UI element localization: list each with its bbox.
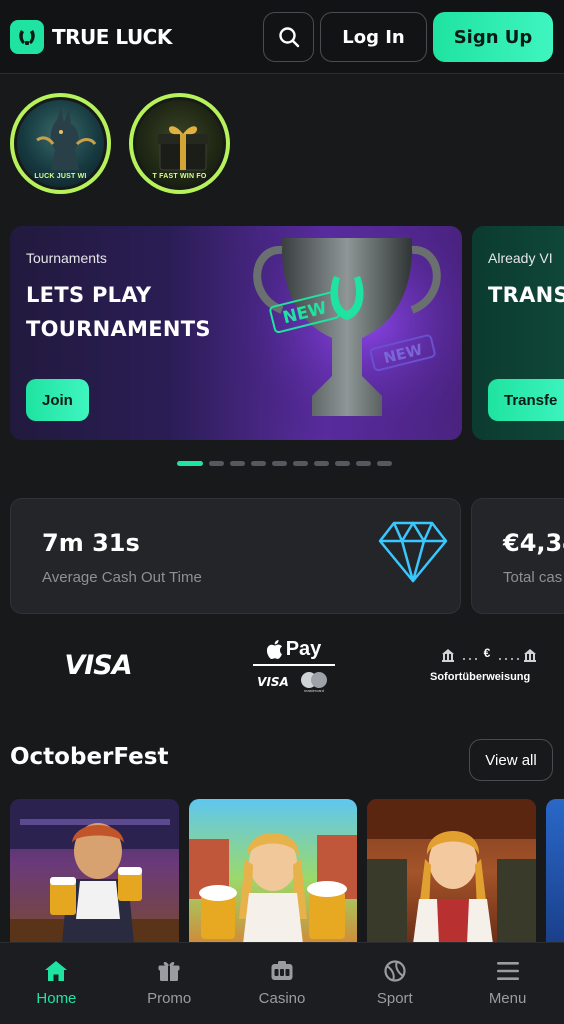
carousel-dot[interactable] <box>335 461 350 466</box>
vip-transfer-banner[interactable]: Already VI TRANS VIP ST Transfe <box>472 226 564 440</box>
nav-label: Menu <box>488 990 527 1007</box>
gift-icon <box>158 962 180 981</box>
apple-pay-text: Pay <box>285 637 322 660</box>
signup-button[interactable]: Sign Up <box>433 12 553 62</box>
game-tile-2[interactable] <box>189 799 357 944</box>
search-button[interactable] <box>263 12 314 62</box>
transfer-button[interactable]: Transfe <box>488 379 564 421</box>
trophy-illustration: NEW NEW <box>222 226 462 440</box>
stat-card-cashout: 7m 31s Average Cash Out Time <box>10 498 461 614</box>
page: TRUE LUCK Log In Sign Up LUCK JUST WI T … <box>0 0 564 1024</box>
carousel-dot[interactable] <box>314 461 329 466</box>
carousel-dot[interactable] <box>230 461 245 466</box>
story-anubis[interactable]: LUCK JUST WI <box>10 93 111 194</box>
nav-label: Home <box>36 990 77 1007</box>
game-tile-4[interactable] <box>546 799 564 944</box>
home-icon <box>45 961 68 981</box>
nav-menu[interactable]: Menu <box>451 943 564 1024</box>
tournaments-banner[interactable]: NEW NEW Tournaments LETS PLAY TOURNAMENT… <box>10 226 462 440</box>
euro-symbol: € <box>484 648 493 660</box>
game-tile-3[interactable] <box>367 799 536 944</box>
brand-logo[interactable]: TRUE LUCK <box>10 20 172 54</box>
small-visa-logo: VISA <box>257 674 289 689</box>
carousel-dot[interactable] <box>272 461 287 466</box>
nav-promo[interactable]: Promo <box>113 943 226 1024</box>
stat-label: Average Cash Out Time <box>42 569 202 586</box>
nav-label: Promo <box>147 990 192 1007</box>
apple-pay-divider <box>253 663 335 666</box>
top-header: TRUE LUCK Log In Sign Up <box>0 0 564 74</box>
sofort-logo: € Sofortüberweisung <box>430 635 564 695</box>
story-caption: LUCK JUST WI <box>34 173 87 180</box>
apple-pay-logo: Pay VISA mastercard <box>250 635 338 695</box>
casino-icon <box>271 961 293 980</box>
nav-home[interactable]: Home <box>0 943 113 1024</box>
mastercard-icon: mastercard <box>300 671 327 693</box>
visa-logo: VISA <box>64 649 132 681</box>
carousel-dot[interactable] <box>377 461 392 466</box>
section-title: OctoberFest <box>10 744 169 770</box>
search-icon <box>278 27 299 48</box>
nav-casino[interactable]: Casino <box>226 943 339 1024</box>
brand-name: TRUE LUCK <box>52 25 172 49</box>
game-thumbnail <box>189 833 357 944</box>
banner-title: LETS PLAY TOURNAMENTS <box>26 283 211 341</box>
nav-sport[interactable]: Sport <box>338 943 451 1024</box>
mastercard-text: mastercard <box>304 688 324 693</box>
story-caption: T FAST WIN FO <box>152 173 207 180</box>
apple-icon <box>266 639 282 659</box>
carousel-dot[interactable] <box>293 461 308 466</box>
join-button[interactable]: Join <box>26 379 89 421</box>
menu-icon <box>496 962 519 980</box>
carousel-dots <box>177 461 392 466</box>
carousel-dot[interactable] <box>177 461 203 466</box>
carousel-dot[interactable] <box>251 461 266 466</box>
banner-title: TRANS VIP ST <box>488 283 564 307</box>
nav-label: Casino <box>258 990 306 1007</box>
story-gift[interactable]: T FAST WIN FO <box>129 93 230 194</box>
horseshoe-icon <box>10 20 44 54</box>
bottom-navigation: Home Promo Casino Sport Menu <box>0 942 564 1024</box>
diamond-icon <box>378 521 448 583</box>
bank-transfer-icon: € <box>440 646 540 667</box>
stat-value: €4,34 <box>503 529 564 557</box>
stat-label: Total cas <box>503 569 563 586</box>
banner-eyebrow: Tournaments <box>26 250 107 266</box>
sofort-text: Sofortüberweisung <box>430 670 531 683</box>
game-thumbnail <box>10 799 179 944</box>
stat-value: 7m 31s <box>42 529 140 557</box>
stat-card-total: €4,34 Total cas <box>471 498 564 614</box>
ball-icon <box>384 960 406 982</box>
banner-eyebrow: Already VI <box>488 250 553 266</box>
game-thumbnail <box>367 799 536 944</box>
game-tile-1[interactable] <box>10 799 179 944</box>
carousel-dot[interactable] <box>209 461 224 466</box>
view-all-button[interactable]: View all <box>469 739 553 781</box>
nav-label: Sport <box>376 990 413 1007</box>
login-button[interactable]: Log In <box>320 12 427 62</box>
carousel-dot[interactable] <box>356 461 371 466</box>
